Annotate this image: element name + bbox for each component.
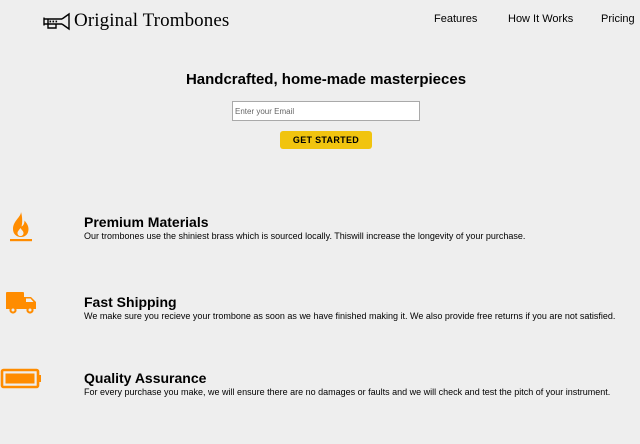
truck-icon xyxy=(0,288,60,328)
nav-link-pricing[interactable]: Pricing xyxy=(601,13,635,25)
hero-title: Handcrafted, home-made masterpieces xyxy=(185,71,467,88)
site-header: Original Trombones Features How It Works… xyxy=(0,0,640,40)
feature-title: Quality Assurance xyxy=(84,370,207,386)
nav-link-features[interactable]: Features xyxy=(434,13,477,25)
feature-title: Fast Shipping xyxy=(84,294,177,310)
fire-icon xyxy=(0,208,60,248)
feature-fast-shipping: Fast Shipping We make sure you recieve y… xyxy=(0,288,640,328)
nav-link-how-it-works[interactable]: How It Works xyxy=(508,13,573,25)
feature-quality-assurance: Quality Assurance For every purchase you… xyxy=(0,364,640,404)
get-started-button[interactable]: GET STARTED xyxy=(280,131,372,149)
feature-title: Premium Materials xyxy=(84,214,209,230)
email-input[interactable] xyxy=(232,101,420,121)
battery-icon xyxy=(0,364,60,404)
feature-description: We make sure you recieve your trombone a… xyxy=(84,311,616,321)
feature-premium-materials: Premium Materials Our trombones use the … xyxy=(0,208,640,248)
feature-description: Our trombones use the shiniest brass whi… xyxy=(84,231,526,241)
feature-description: For every purchase you make, we will ens… xyxy=(84,387,611,397)
main-nav: Features How It Works Pricing xyxy=(0,13,640,29)
